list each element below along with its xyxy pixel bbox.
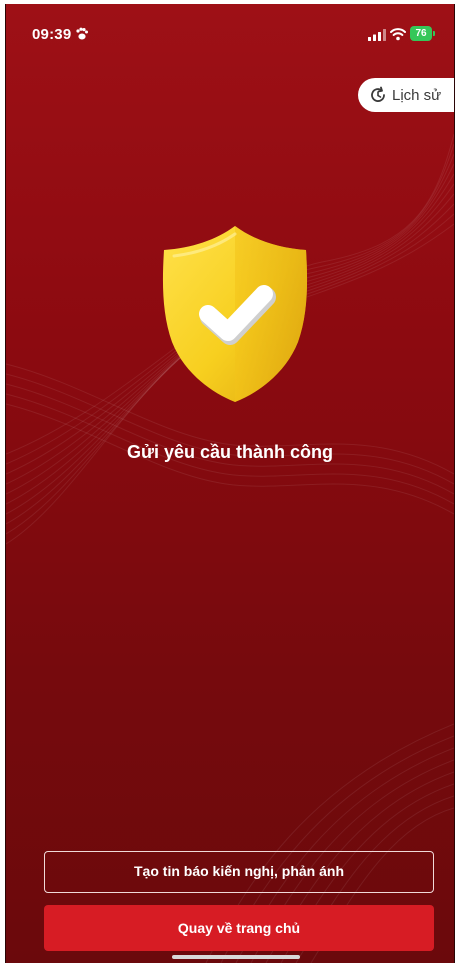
success-message: Gửi yêu cầu thành công bbox=[126, 442, 334, 462]
shield-check-icon bbox=[162, 226, 308, 402]
signal-icon bbox=[368, 29, 386, 41]
paw-icon bbox=[76, 27, 88, 40]
home-indicator bbox=[172, 955, 300, 959]
wifi-icon bbox=[390, 28, 406, 41]
battery-indicator: 76 bbox=[410, 26, 432, 41]
success-screen: 09:39 76 Lịch sử Gửi yêu cầu thành công … bbox=[5, 4, 455, 963]
background-wave-pattern bbox=[6, 133, 454, 963]
history-label: Lịch sử bbox=[392, 86, 442, 104]
create-report-button[interactable]: Tạo tin báo kiến nghị, phản ánh bbox=[44, 851, 434, 893]
status-bar: 09:39 76 bbox=[6, 4, 454, 66]
history-button[interactable]: Lịch sử bbox=[358, 78, 454, 112]
back-home-button[interactable]: Quay về trang chủ bbox=[44, 905, 434, 951]
history-icon bbox=[371, 86, 385, 102]
battery-tip bbox=[433, 31, 435, 36]
status-time: 09:39 bbox=[32, 26, 72, 43]
